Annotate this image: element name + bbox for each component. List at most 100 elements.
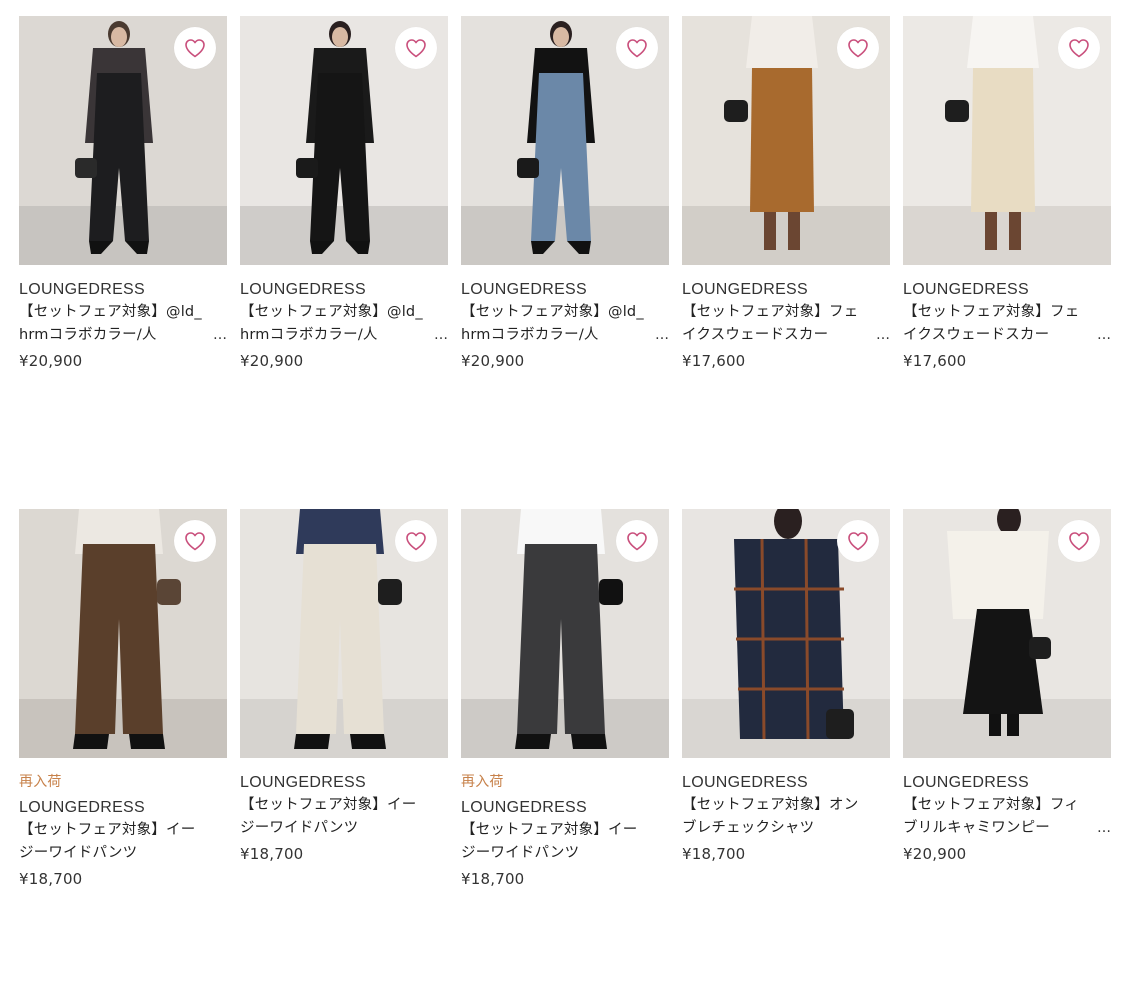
product-name[interactable]: 【セットフェア対象】フィブリルキャミワンピー … — [903, 794, 1111, 840]
photo-floor — [903, 206, 1111, 265]
product-name-text: 【セットフェア対象】フェイクスウェードスカー — [903, 304, 1080, 343]
favorite-button[interactable] — [174, 520, 216, 562]
product-card[interactable]: LOUNGEDRESS 【セットフェア対象】フェイクスウェードスカー … ¥17,… — [903, 16, 1111, 509]
product-photo[interactable] — [461, 509, 669, 758]
product-grid: LOUNGEDRESS 【セットフェア対象】@ld_hrmコラボカラー/人 … ¥… — [19, 16, 1111, 1002]
brand-name[interactable]: LOUNGEDRESS — [240, 278, 448, 301]
product-price: ¥20,900 — [903, 845, 967, 863]
product-photo[interactable] — [682, 509, 890, 758]
product-price: ¥20,900 — [240, 352, 304, 370]
model-boot-left — [985, 212, 997, 250]
favorite-button[interactable] — [837, 27, 879, 69]
restock-tag: 再入荷 — [461, 774, 504, 790]
favorite-button[interactable] — [616, 27, 658, 69]
model-boot-right — [1009, 212, 1021, 250]
product-card[interactable]: LOUNGEDRESS 【セットフェア対象】@ld_hrmコラボカラー/人 … ¥… — [19, 16, 227, 509]
product-info: 再入荷 LOUNGEDRESS 【セットフェア対象】イージーワイドパンツ ¥18… — [19, 758, 227, 891]
model-bag — [157, 579, 181, 605]
product-photo[interactable] — [903, 16, 1111, 265]
favorite-button[interactable] — [1058, 27, 1100, 69]
favorite-button[interactable] — [837, 520, 879, 562]
product-name[interactable]: 【セットフェア対象】オンブレチェックシャツ — [682, 794, 890, 840]
model-top — [746, 16, 818, 68]
model-face — [111, 27, 127, 47]
heart-outline-icon — [627, 532, 647, 551]
model-top — [967, 16, 1039, 68]
product-price: ¥18,700 — [19, 870, 83, 888]
brand-name[interactable]: LOUNGEDRESS — [682, 771, 890, 794]
product-card[interactable]: LOUNGEDRESS 【セットフェア対象】フェイクスウェードスカー … ¥17,… — [682, 16, 890, 509]
product-info: LOUNGEDRESS 【セットフェア対象】フェイクスウェードスカー … ¥17,… — [682, 265, 890, 373]
product-photo[interactable] — [682, 16, 890, 265]
product-card[interactable]: LOUNGEDRESS 【セットフェア対象】イージーワイドパンツ ¥18,700 — [240, 509, 448, 1002]
product-name[interactable]: 【セットフェア対象】@ld_hrmコラボカラー/人 … — [461, 301, 669, 347]
more-ellipsis: … — [434, 327, 448, 343]
favorite-button[interactable] — [616, 520, 658, 562]
more-ellipsis: … — [1097, 327, 1111, 343]
product-photo[interactable] — [461, 16, 669, 265]
product-name-text: 【セットフェア対象】フィブリルキャミワンピー — [903, 797, 1080, 836]
product-price: ¥18,700 — [461, 870, 525, 888]
product-info: LOUNGEDRESS 【セットフェア対象】イージーワイドパンツ ¥18,700 — [240, 758, 448, 866]
model-boot-left — [989, 714, 1001, 736]
product-info: LOUNGEDRESS 【セットフェア対象】@ld_hrmコラボカラー/人 … ¥… — [240, 265, 448, 373]
model-bag — [517, 158, 539, 178]
brand-name[interactable]: LOUNGEDRESS — [903, 278, 1111, 301]
model-bag — [599, 579, 623, 605]
brand-name[interactable]: LOUNGEDRESS — [461, 796, 669, 819]
product-name[interactable]: 【セットフェア対象】@ld_hrmコラボカラー/人… — [19, 301, 227, 347]
heart-outline-icon — [406, 39, 426, 58]
product-card[interactable]: LOUNGEDRESS 【セットフェア対象】@ld_hrmコラボカラー/人 … ¥… — [461, 16, 669, 509]
favorite-button[interactable] — [1058, 520, 1100, 562]
more-ellipsis: … — [1097, 820, 1111, 836]
product-card[interactable]: 再入荷 LOUNGEDRESS 【セットフェア対象】イージーワイドパンツ ¥18… — [19, 509, 227, 1002]
product-info: LOUNGEDRESS 【セットフェア対象】@ld_hrmコラボカラー/人 … ¥… — [461, 265, 669, 373]
product-card[interactable]: LOUNGEDRESS 【セットフェア対象】オンブレチェックシャツ ¥18,70… — [682, 509, 890, 1002]
product-name-text: 【セットフェア対象】フェイクスウェードスカー — [682, 304, 859, 343]
product-name-text: 【セットフェア対象】イージーワイドパンツ — [240, 797, 417, 836]
heart-outline-icon — [1069, 39, 1089, 58]
product-name-text: 【セットフェア対象】オンブレチェックシャツ — [682, 797, 859, 836]
product-price: ¥18,700 — [682, 845, 746, 863]
product-name[interactable]: 【セットフェア対象】イージーワイドパンツ — [461, 819, 669, 865]
product-name[interactable]: 【セットフェア対象】フェイクスウェードスカー … — [903, 301, 1111, 347]
product-name[interactable]: 【セットフェア対象】フェイクスウェードスカー… — [682, 301, 890, 347]
product-price: ¥20,900 — [19, 352, 83, 370]
product-photo[interactable] — [240, 509, 448, 758]
heart-outline-icon — [848, 39, 868, 58]
product-price: ¥17,600 — [903, 352, 967, 370]
more-ellipsis: … — [655, 327, 669, 343]
product-name[interactable]: 【セットフェア対象】イージーワイドパンツ — [19, 819, 227, 865]
product-photo[interactable] — [240, 16, 448, 265]
model-bag — [296, 158, 318, 178]
brand-name[interactable]: LOUNGEDRESS — [461, 278, 669, 301]
brand-name[interactable]: LOUNGEDRESS — [19, 796, 227, 819]
heart-outline-icon — [627, 39, 647, 58]
photo-floor — [682, 206, 890, 265]
product-photo[interactable] — [903, 509, 1111, 758]
product-card[interactable]: 再入荷 LOUNGEDRESS 【セットフェア対象】イージーワイドパンツ ¥18… — [461, 509, 669, 1002]
product-name-text: 【セットフェア対象】@ld_hrmコラボカラー/人 — [240, 304, 423, 343]
product-price: ¥17,600 — [682, 352, 746, 370]
model-skirt — [750, 68, 814, 212]
product-name-text: 【セットフェア対象】@ld_hrmコラボカラー/人 — [461, 304, 644, 343]
product-photo[interactable] — [19, 16, 227, 265]
product-photo[interactable] — [19, 509, 227, 758]
product-card[interactable]: LOUNGEDRESS 【セットフェア対象】フィブリルキャミワンピー … ¥20,… — [903, 509, 1111, 1002]
favorite-button[interactable] — [395, 520, 437, 562]
heart-outline-icon — [185, 39, 205, 58]
brand-name[interactable]: LOUNGEDRESS — [240, 771, 448, 794]
brand-name[interactable]: LOUNGEDRESS — [19, 278, 227, 301]
product-info: LOUNGEDRESS 【セットフェア対象】フィブリルキャミワンピー … ¥20,… — [903, 758, 1111, 866]
product-card[interactable]: LOUNGEDRESS 【セットフェア対象】@ld_hrmコラボカラー/人 … ¥… — [240, 16, 448, 509]
model-bag — [1029, 637, 1051, 659]
brand-name[interactable]: LOUNGEDRESS — [682, 278, 890, 301]
model-dress — [963, 609, 1043, 714]
product-name[interactable]: 【セットフェア対象】イージーワイドパンツ — [240, 794, 448, 840]
brand-name[interactable]: LOUNGEDRESS — [903, 771, 1111, 794]
favorite-button[interactable] — [174, 27, 216, 69]
model-boot-left — [764, 212, 776, 250]
restock-tag: 再入荷 — [19, 774, 62, 790]
favorite-button[interactable] — [395, 27, 437, 69]
product-name[interactable]: 【セットフェア対象】@ld_hrmコラボカラー/人 … — [240, 301, 448, 347]
